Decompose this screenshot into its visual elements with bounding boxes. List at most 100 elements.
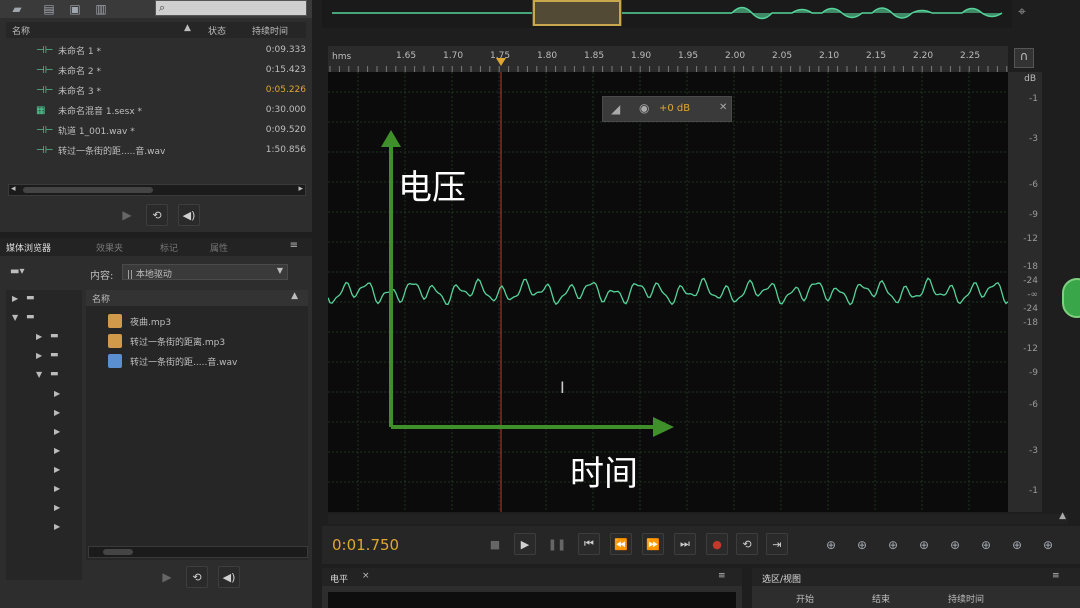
browser-file-row[interactable]: 转过一条街的距离.mp3 [86, 332, 308, 350]
waveform-icon: ⊣⊢ [36, 64, 54, 76]
play-preview-icon-2[interactable]: ▶ [158, 568, 176, 586]
zoom-left-icon[interactable]: ⊕ [1008, 536, 1026, 554]
browser-file-row[interactable]: 夜曲.mp3 [86, 312, 308, 330]
zoom-in-amplitude-icon[interactable]: ⊕ [822, 536, 840, 554]
db-scale: dB -1 -3 -6 -9 -12 -18 -24 -∞ -24 -18 -12 -9 -6 -3 -1 [1008, 72, 1042, 512]
db-label: -∞ [1027, 290, 1038, 300]
db-label: -12 [1023, 234, 1038, 244]
tree-expand-icon[interactable]: ▶ [54, 446, 60, 455]
vzoom-handle[interactable] [1062, 278, 1080, 318]
files-hscrollbar[interactable]: ◂ ▸ [8, 184, 306, 196]
fast-forward-icon[interactable]: ⏩ [642, 533, 664, 555]
hud-panel[interactable]: ◢ ◉ +0 dB ✕ [602, 96, 732, 122]
pause-icon[interactable]: ❚❚ [546, 533, 568, 555]
file-row[interactable]: ⊣⊢ 转过一条街的距.....音.wav 1:50.856 [6, 140, 306, 160]
file-row[interactable]: ⊣⊢ 未命名 3 * 0:05.226 [6, 80, 306, 100]
selection-tab[interactable]: 选区/视图 [762, 572, 801, 585]
tree-expand-icon[interactable]: ▶ [36, 332, 42, 341]
file-col-name[interactable]: 名称 [92, 292, 110, 305]
tree-expand-icon[interactable]: ▶ [54, 522, 60, 531]
record-icon[interactable]: ● [706, 533, 728, 555]
file-name: 未命名 2 * [58, 66, 101, 77]
tree-expand-icon[interactable]: ▼ [12, 313, 18, 322]
gain-knob-icon[interactable]: ◉ [639, 101, 649, 115]
zoom-navigator-icon[interactable]: ⌖ [1018, 4, 1026, 20]
tab-2[interactable]: 标记 [160, 241, 178, 254]
tree-expand-icon[interactable]: ▶ [54, 389, 60, 398]
browser-file-row[interactable]: 转过一条街的距.....音.wav [86, 352, 308, 370]
text-cursor-icon: Ⅰ [560, 378, 565, 397]
tree-expand-icon[interactable]: ▶ [12, 294, 18, 303]
rewind-icon[interactable]: ⏪ [610, 533, 632, 555]
tab-1[interactable]: 效果夹 [96, 241, 123, 254]
file-row[interactable]: ⊣⊢ 轨道 1_001.wav * 0:09.520 [6, 120, 306, 140]
files-search-input[interactable]: ⌕ [155, 0, 307, 16]
file-name: 未命名 3 * [58, 86, 101, 97]
time-ruler[interactable]: hms 1.65 1.70 1.75 1.80 1.85 1.90 1.95 2.00 2.05… [328, 46, 1008, 72]
headphone-icon[interactable]: ∩ [1014, 48, 1034, 68]
col-start: 开始 [796, 595, 815, 605]
autoplay-button[interactable]: ◀) [178, 204, 200, 226]
close-file-icon[interactable]: ▥ [92, 0, 110, 18]
zoom-right-icon[interactable]: ⊕ [1039, 536, 1057, 554]
tree-expand-icon[interactable]: ▶ [54, 408, 60, 417]
selection-menu-icon[interactable]: ≡ [1052, 571, 1060, 581]
loop-preview-button-2[interactable]: ⟲ [186, 566, 208, 588]
col-duration[interactable]: 持续时间 [252, 24, 288, 37]
col-name[interactable]: 名称 [12, 24, 30, 37]
editor-hscrollbar[interactable]: ▲ [328, 511, 1068, 524]
levels-tab-close[interactable]: × [362, 571, 370, 581]
open-folder-icon[interactable]: ▰ [8, 0, 26, 18]
zoom-out-amplitude-icon[interactable]: ⊕ [853, 536, 871, 554]
import-icon[interactable]: ▤ [40, 0, 58, 18]
chevron-down-icon: ▼ [276, 266, 283, 275]
panel-menu-icon[interactable]: ≡ [290, 240, 298, 251]
overview-strip[interactable] [322, 0, 1012, 28]
zoom-full-icon[interactable]: ⊕ [946, 536, 964, 554]
file-row[interactable]: ⊣⊢ 未命名 1 * 0:09.333 [6, 40, 306, 60]
time-display[interactable]: 0:01.750 [332, 536, 399, 554]
tab-0[interactable]: 媒体浏览器 [6, 241, 51, 254]
browser-hscrollbar[interactable] [88, 546, 308, 558]
play-preview-icon[interactable]: ▶ [118, 206, 136, 224]
file-row[interactable]: ⊣⊢ 未命名 2 * 0:15.423 [6, 60, 306, 80]
autoplay-button-2[interactable]: ◀) [218, 566, 240, 588]
time-arrowhead [653, 417, 674, 437]
zoom-out-time-icon[interactable]: ⊕ [915, 536, 933, 554]
loop-icon[interactable]: ⟲ [736, 533, 758, 555]
ruler-ticks [329, 58, 1008, 72]
browser-file-name: 转过一条街的距.....音.wav [130, 358, 238, 368]
waveform-icon: ⊣⊢ [36, 44, 54, 56]
zoom-in-time-icon[interactable]: ⊕ [884, 536, 902, 554]
tree-expand-icon[interactable]: ▶ [54, 465, 60, 474]
tree-expand-icon[interactable]: ▶ [54, 484, 60, 493]
multitrack-icon: ▦ [36, 104, 46, 116]
go-start-icon[interactable]: ⏮ [578, 533, 600, 555]
zoom-selection-icon[interactable]: ⊕ [977, 536, 995, 554]
col-status[interactable]: 状态 [208, 24, 226, 37]
tree-expand-icon[interactable]: ▼ [36, 370, 42, 379]
gain-value[interactable]: +0 dB [659, 103, 690, 114]
tree-expand-icon[interactable]: ▶ [36, 351, 42, 360]
file-row[interactable]: ▦ 未命名混音 1.sesx * 0:30.000 [6, 100, 306, 120]
tree-expand-icon[interactable]: ▶ [54, 427, 60, 436]
play-icon[interactable]: ▶ [514, 533, 536, 555]
skip-selection-icon[interactable]: ⇥ [766, 533, 788, 555]
levels-tab[interactable]: 电平 [330, 572, 348, 585]
files-header: 名称 ▲ 状态 持续时间 [6, 22, 306, 38]
content-select[interactable]: || 本地驱动 ▼ [122, 264, 288, 280]
waveform-icon: ⊣⊢ [36, 84, 54, 96]
drive-icon[interactable]: ▬▾ [10, 266, 24, 277]
save-icon[interactable]: ▣ [66, 0, 84, 18]
db-label: -6 [1029, 180, 1038, 190]
go-end-icon[interactable]: ⏭ [674, 533, 696, 555]
levels-menu-icon[interactable]: ≡ [718, 571, 726, 581]
col-sel-duration: 持续时间 [948, 595, 985, 605]
stop-icon[interactable]: ■ [484, 533, 506, 555]
waveform-display[interactable]: 电压 时间 Ⅰ ◢ ◉ +0 dB ✕ [327, 72, 1009, 512]
pin-icon[interactable]: ✕ [719, 102, 727, 113]
loop-preview-button[interactable]: ⟲ [146, 204, 168, 226]
tree-expand-icon[interactable]: ▶ [54, 503, 60, 512]
tab-3[interactable]: 属性 [210, 241, 228, 254]
db-label: -1 [1029, 486, 1038, 496]
